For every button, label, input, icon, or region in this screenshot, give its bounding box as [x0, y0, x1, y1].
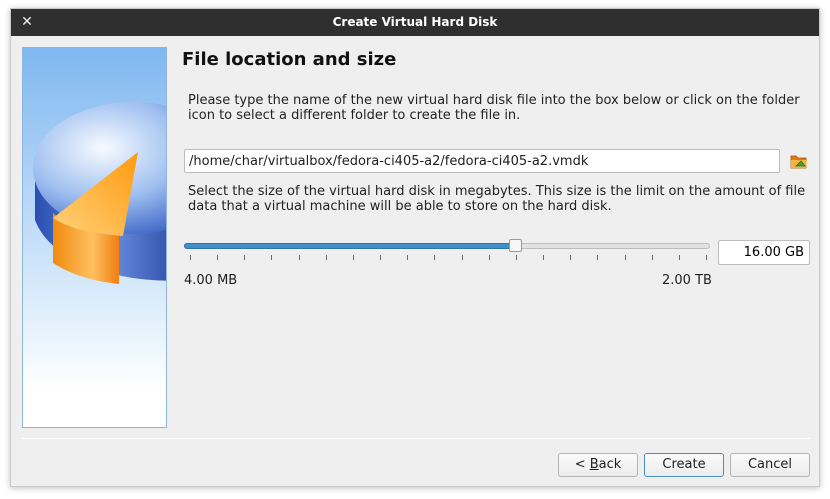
- slider-handle[interactable]: [509, 239, 522, 252]
- slider-tick: [434, 255, 435, 260]
- slider-tick: [299, 255, 300, 260]
- slider-tick: [489, 255, 490, 260]
- slider-tick: [244, 255, 245, 260]
- slider-tick: [462, 255, 463, 260]
- cancel-button[interactable]: Cancel: [730, 453, 810, 477]
- file-path-input[interactable]: [184, 149, 780, 173]
- slider-fill: [184, 243, 515, 249]
- slider-tick: [679, 255, 680, 260]
- back-mnemonic: B: [589, 457, 599, 472]
- title-bar: ✕ Create Virtual Hard Disk: [11, 9, 819, 36]
- slider-ticks: [190, 255, 707, 261]
- size-slider[interactable]: [184, 239, 712, 255]
- size-min-label: 4.00 MB: [184, 273, 238, 288]
- slider-tick: [543, 255, 544, 260]
- back-button[interactable]: < Back: [558, 453, 638, 477]
- slider-tick: [597, 255, 598, 260]
- folder-choose-icon[interactable]: [789, 151, 809, 171]
- slider-tick: [190, 255, 191, 260]
- slider-tick: [706, 255, 707, 260]
- size-description: Select the size of the virtual hard disk…: [188, 184, 806, 214]
- back-prefix: <: [574, 457, 590, 472]
- back-label-rest: ack: [598, 457, 622, 472]
- size-max-label: 2.00 TB: [662, 273, 712, 288]
- footer-separator: [22, 438, 810, 439]
- size-value-input[interactable]: [718, 240, 810, 265]
- slider-tick: [326, 255, 327, 260]
- hard-disk-graphic: [33, 102, 166, 284]
- slider-tick: [625, 255, 626, 260]
- slider-tick: [516, 255, 517, 260]
- create-virtual-hard-disk-dialog: ✕ Create Virtual Hard Disk File location…: [10, 8, 820, 487]
- slider-tick: [380, 255, 381, 260]
- slider-tick: [217, 255, 218, 260]
- hard-disk-illustration: [22, 47, 167, 428]
- create-button[interactable]: Create: [644, 453, 724, 477]
- slider-tick: [570, 255, 571, 260]
- window-title: Create Virtual Hard Disk: [332, 15, 498, 29]
- slider-tick: [652, 255, 653, 260]
- slider-tick: [271, 255, 272, 260]
- location-description: Please type the name of the new virtual …: [188, 93, 800, 123]
- slider-tick: [407, 255, 408, 260]
- slider-tick: [353, 255, 354, 260]
- page-title: File location and size: [182, 49, 397, 70]
